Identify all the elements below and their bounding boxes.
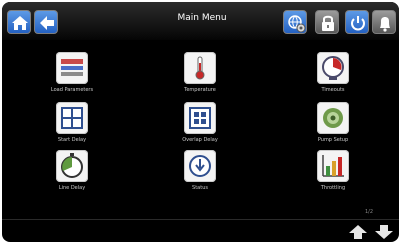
network-button[interactable] bbox=[283, 10, 307, 34]
menu-item-throttling[interactable]: Throttling bbox=[283, 150, 383, 198]
overlap-squares-icon bbox=[184, 102, 216, 134]
menu-item-label: Line Delay bbox=[58, 185, 86, 191]
menu-item-pump-setup[interactable]: Pump Setup bbox=[283, 102, 383, 150]
home-button[interactable] bbox=[7, 10, 31, 34]
menu-item-timeouts[interactable]: Timeouts bbox=[283, 52, 383, 100]
four-squares-icon bbox=[56, 102, 88, 134]
footer-divider bbox=[2, 219, 399, 220]
menu-item-label: Start Delay bbox=[57, 137, 87, 143]
menu-item-label: Temperature bbox=[184, 87, 216, 93]
arrow-left-icon bbox=[40, 16, 54, 30]
menu-item-label: Timeouts bbox=[321, 87, 345, 93]
lock-icon bbox=[322, 15, 334, 31]
bar-chart-icon bbox=[317, 150, 349, 182]
parameters-icon bbox=[56, 52, 88, 84]
menu-item-label: Overlap Delay bbox=[182, 137, 218, 143]
menu-item-label: Throttling bbox=[320, 185, 346, 191]
page-indicator: 1/2 bbox=[365, 209, 374, 215]
menu-item-status[interactable]: Status bbox=[150, 150, 250, 198]
menu-item-label: Status bbox=[192, 185, 208, 191]
alarm-button[interactable] bbox=[372, 10, 396, 34]
status-icon bbox=[184, 150, 216, 182]
menu-item-load-parameters[interactable]: Load Parameters bbox=[22, 52, 122, 100]
pump-icon bbox=[317, 102, 349, 134]
pie-timer-icon bbox=[56, 150, 88, 182]
page-down-button[interactable] bbox=[374, 224, 394, 242]
menu-item-label: Pump Setup bbox=[317, 137, 349, 143]
thermometer-icon bbox=[184, 52, 216, 84]
menu-item-temperature[interactable]: Temperature bbox=[150, 52, 250, 100]
globe-gear-icon bbox=[288, 15, 306, 33]
page-title: Main Menu bbox=[177, 13, 227, 23]
lock-button[interactable] bbox=[315, 10, 339, 34]
power-icon bbox=[351, 16, 365, 31]
clock-icon bbox=[317, 52, 349, 84]
arrow-down-icon bbox=[375, 225, 393, 239]
power-button[interactable] bbox=[345, 10, 369, 34]
menu-item-start-delay[interactable]: Start Delay bbox=[22, 102, 122, 150]
menu-item-line-delay[interactable]: Line Delay bbox=[22, 150, 122, 198]
home-icon bbox=[12, 16, 28, 30]
menu-item-overlap-delay[interactable]: Overlap Delay bbox=[150, 102, 250, 150]
page-up-button[interactable] bbox=[348, 224, 368, 242]
bell-icon bbox=[380, 17, 390, 32]
menu-item-label: Load Parameters bbox=[50, 87, 94, 93]
arrow-up-icon bbox=[349, 225, 367, 239]
header-bar: Main Menu bbox=[2, 2, 399, 40]
hmi-screen: Main Menu Load Parameters Temperature Ti… bbox=[2, 2, 399, 242]
back-button[interactable] bbox=[34, 10, 58, 34]
